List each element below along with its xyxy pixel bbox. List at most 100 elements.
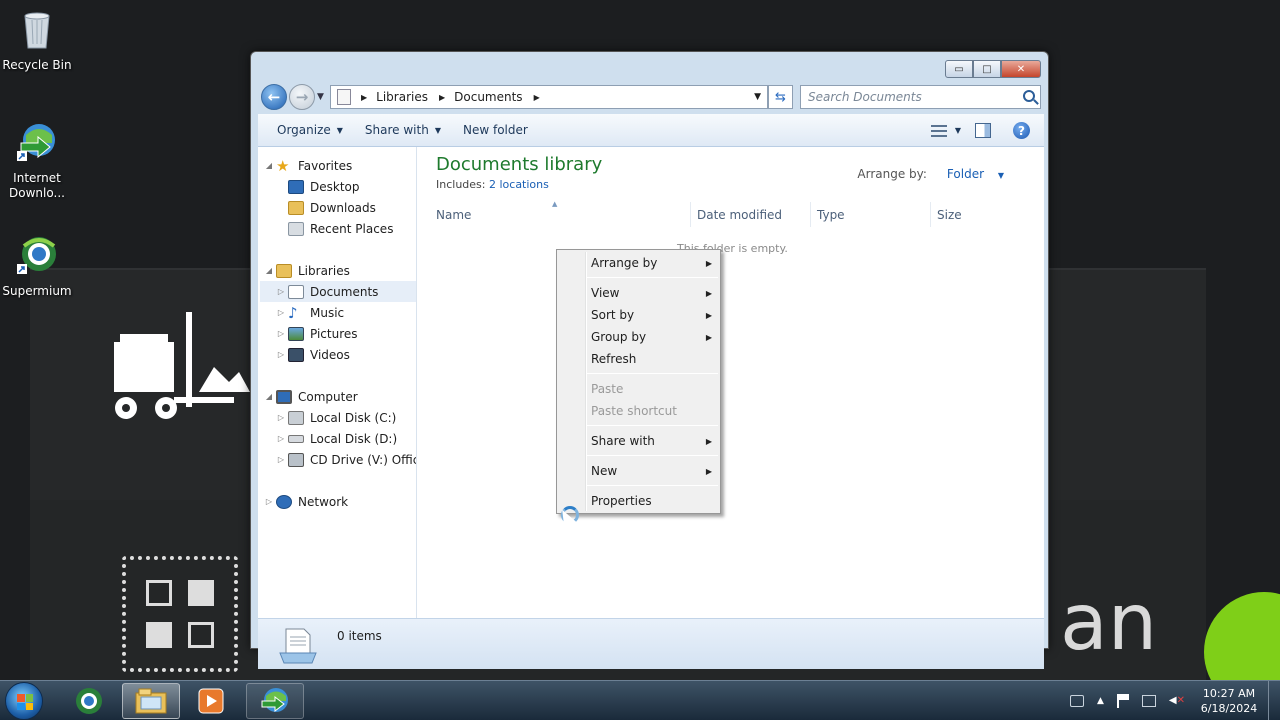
- system-clock[interactable]: 10:27 AM 6/18/2024: [1196, 686, 1262, 716]
- system-tray: ▲ ◀✕: [1070, 681, 1185, 720]
- nav-label: Local Disk (D:): [310, 431, 398, 446]
- change-view-icon[interactable]: [930, 124, 947, 137]
- clock-date: 6/18/2024: [1200, 702, 1258, 715]
- taskbar-supermium[interactable]: [60, 683, 118, 719]
- menu-item-view[interactable]: View ▶: [591, 283, 716, 303]
- action-center-flag-icon[interactable]: [1116, 694, 1129, 708]
- nav-music[interactable]: ▷ ♪ Music: [276, 302, 344, 323]
- show-desktop-button[interactable]: [1268, 681, 1280, 720]
- desktop-icon-internet-download-manager[interactable]: Internet Downlo...: [0, 121, 74, 201]
- breadcrumb-chevron-icon[interactable]: ▶: [534, 93, 540, 102]
- column-header-name[interactable]: Name ▲: [430, 200, 690, 227]
- menu-item-new[interactable]: New ▶: [591, 461, 716, 481]
- column-header-size[interactable]: Size: [930, 202, 1010, 227]
- collapsed-triangle-icon[interactable]: ▷: [276, 308, 286, 317]
- menu-item-properties[interactable]: Properties: [591, 491, 716, 511]
- nav-videos[interactable]: ▷ Videos: [276, 344, 350, 365]
- collapsed-triangle-icon[interactable]: ▷: [264, 497, 274, 506]
- nav-local-disk-d[interactable]: ▷ Local Disk (D:): [276, 428, 397, 449]
- nav-computer[interactable]: ◢ Computer: [264, 386, 358, 407]
- media-player-icon: [198, 688, 224, 714]
- taskbar-media-player[interactable]: [182, 683, 240, 719]
- new-folder-button[interactable]: New folder: [454, 114, 537, 146]
- show-hidden-icons-icon[interactable]: ▲: [1097, 696, 1104, 706]
- search-icon[interactable]: [1023, 90, 1035, 102]
- submenu-arrow-icon: ▶: [705, 258, 712, 268]
- collapsed-triangle-icon[interactable]: ▷: [276, 455, 286, 464]
- share-with-menu-button[interactable]: Share with ▼: [356, 114, 450, 146]
- address-history-dropdown-icon[interactable]: ▼: [754, 92, 761, 102]
- breadcrumb-documents[interactable]: Documents: [454, 90, 522, 104]
- nav-favorites[interactable]: ◢ ★ Favorites: [264, 155, 352, 176]
- maximize-button[interactable]: □: [973, 60, 1001, 78]
- network-icon: [276, 494, 292, 509]
- arrange-by-dropdown[interactable]: Folder ▼: [937, 167, 1004, 181]
- nav-network[interactable]: ▷ Network: [264, 491, 348, 512]
- menu-separator: [587, 425, 718, 426]
- menu-item-share-with[interactable]: Share with ▶: [591, 431, 716, 451]
- minimize-button[interactable]: ▭: [945, 60, 973, 78]
- file-list-pane[interactable]: Documents library Includes: 2 locations …: [417, 147, 1044, 618]
- collapsed-triangle-icon[interactable]: ▷: [276, 413, 286, 422]
- navigation-pane: ◢ ★ Favorites Desktop Downloads Recent Pla…: [258, 147, 417, 618]
- forward-button[interactable]: →: [289, 84, 315, 110]
- refresh-icon: ⇆: [775, 89, 786, 105]
- nav-desktop[interactable]: Desktop: [276, 176, 360, 197]
- nav-recent-places[interactable]: Recent Places: [276, 218, 393, 239]
- network-tray-icon[interactable]: [1141, 695, 1156, 707]
- back-button[interactable]: ←: [261, 84, 287, 110]
- expanded-triangle-icon[interactable]: ◢: [264, 392, 274, 401]
- documents-library-icon: [279, 628, 317, 664]
- includes-label: Includes:: [436, 178, 486, 191]
- locations-link[interactable]: 2 locations: [489, 178, 549, 191]
- menu-item-sort-by[interactable]: Sort by ▶: [591, 305, 716, 325]
- chevron-down-icon: ▼: [336, 125, 343, 135]
- view-options-dropdown-icon[interactable]: ▼: [955, 126, 961, 135]
- desktop-icon-supermium[interactable]: Supermium: [0, 234, 74, 299]
- menu-item-label: Share with: [591, 434, 655, 448]
- refresh-button[interactable]: ⇆: [768, 85, 793, 109]
- address-bar[interactable]: ▶ Libraries ▶ Documents ▶ ▼: [330, 85, 768, 109]
- close-button[interactable]: ✕: [1001, 60, 1041, 78]
- recent-pages-dropdown[interactable]: ▼: [317, 92, 324, 102]
- column-header-type[interactable]: Type: [810, 202, 930, 227]
- collapsed-triangle-icon[interactable]: ▷: [276, 434, 286, 443]
- sort-ascending-icon: ▲: [552, 200, 558, 208]
- column-label: Size: [937, 207, 962, 222]
- organize-menu-button[interactable]: Organize ▼: [268, 114, 352, 146]
- collapsed-triangle-icon[interactable]: ▷: [276, 350, 286, 359]
- nav-cd-drive[interactable]: ▷ CD Drive (V:) Office2: [276, 449, 416, 470]
- expanded-triangle-icon[interactable]: ◢: [264, 161, 274, 170]
- expanded-triangle-icon[interactable]: ◢: [264, 266, 274, 275]
- search-input[interactable]: Search Documents: [800, 85, 1041, 109]
- menu-item-refresh[interactable]: Refresh: [591, 349, 716, 369]
- collapsed-triangle-icon[interactable]: ▷: [276, 287, 286, 296]
- nav-label: Documents: [310, 284, 379, 299]
- taskbar-windows-explorer[interactable]: [122, 683, 180, 719]
- nav-downloads[interactable]: Downloads: [276, 197, 376, 218]
- computer-icon: [276, 389, 292, 404]
- breadcrumb-libraries[interactable]: Libraries: [376, 90, 428, 104]
- breadcrumb-chevron-icon[interactable]: ▶: [439, 93, 445, 102]
- start-button[interactable]: [5, 682, 43, 720]
- menu-item-arrange-by[interactable]: Arrange by ▶: [591, 253, 716, 273]
- taskbar-internet-download-manager[interactable]: [246, 683, 304, 719]
- column-label: Type: [817, 207, 845, 222]
- column-header-date-modified[interactable]: Date modified: [690, 202, 810, 227]
- keyboard-icon[interactable]: [1070, 695, 1084, 707]
- help-icon[interactable]: ?: [1013, 122, 1030, 139]
- nav-documents[interactable]: ▷ Documents: [260, 281, 416, 302]
- nav-pictures[interactable]: ▷ Pictures: [276, 323, 358, 344]
- volume-muted-icon[interactable]: ◀✕: [1169, 695, 1185, 707]
- nav-local-disk-c[interactable]: ▷ Local Disk (C:): [276, 407, 396, 428]
- internet-download-manager-icon: [261, 688, 288, 713]
- cd-drive-icon: [288, 452, 304, 467]
- library-title: Documents library: [436, 154, 603, 175]
- collapsed-triangle-icon[interactable]: ▷: [276, 329, 286, 338]
- desktop-icon-recycle-bin[interactable]: Recycle Bin: [0, 8, 74, 73]
- menu-item-label: New: [591, 464, 618, 478]
- breadcrumb-chevron-icon[interactable]: ▶: [361, 93, 367, 102]
- nav-libraries[interactable]: ◢ Libraries: [264, 260, 350, 281]
- menu-item-group-by[interactable]: Group by ▶: [591, 327, 716, 347]
- preview-pane-icon[interactable]: [975, 123, 991, 138]
